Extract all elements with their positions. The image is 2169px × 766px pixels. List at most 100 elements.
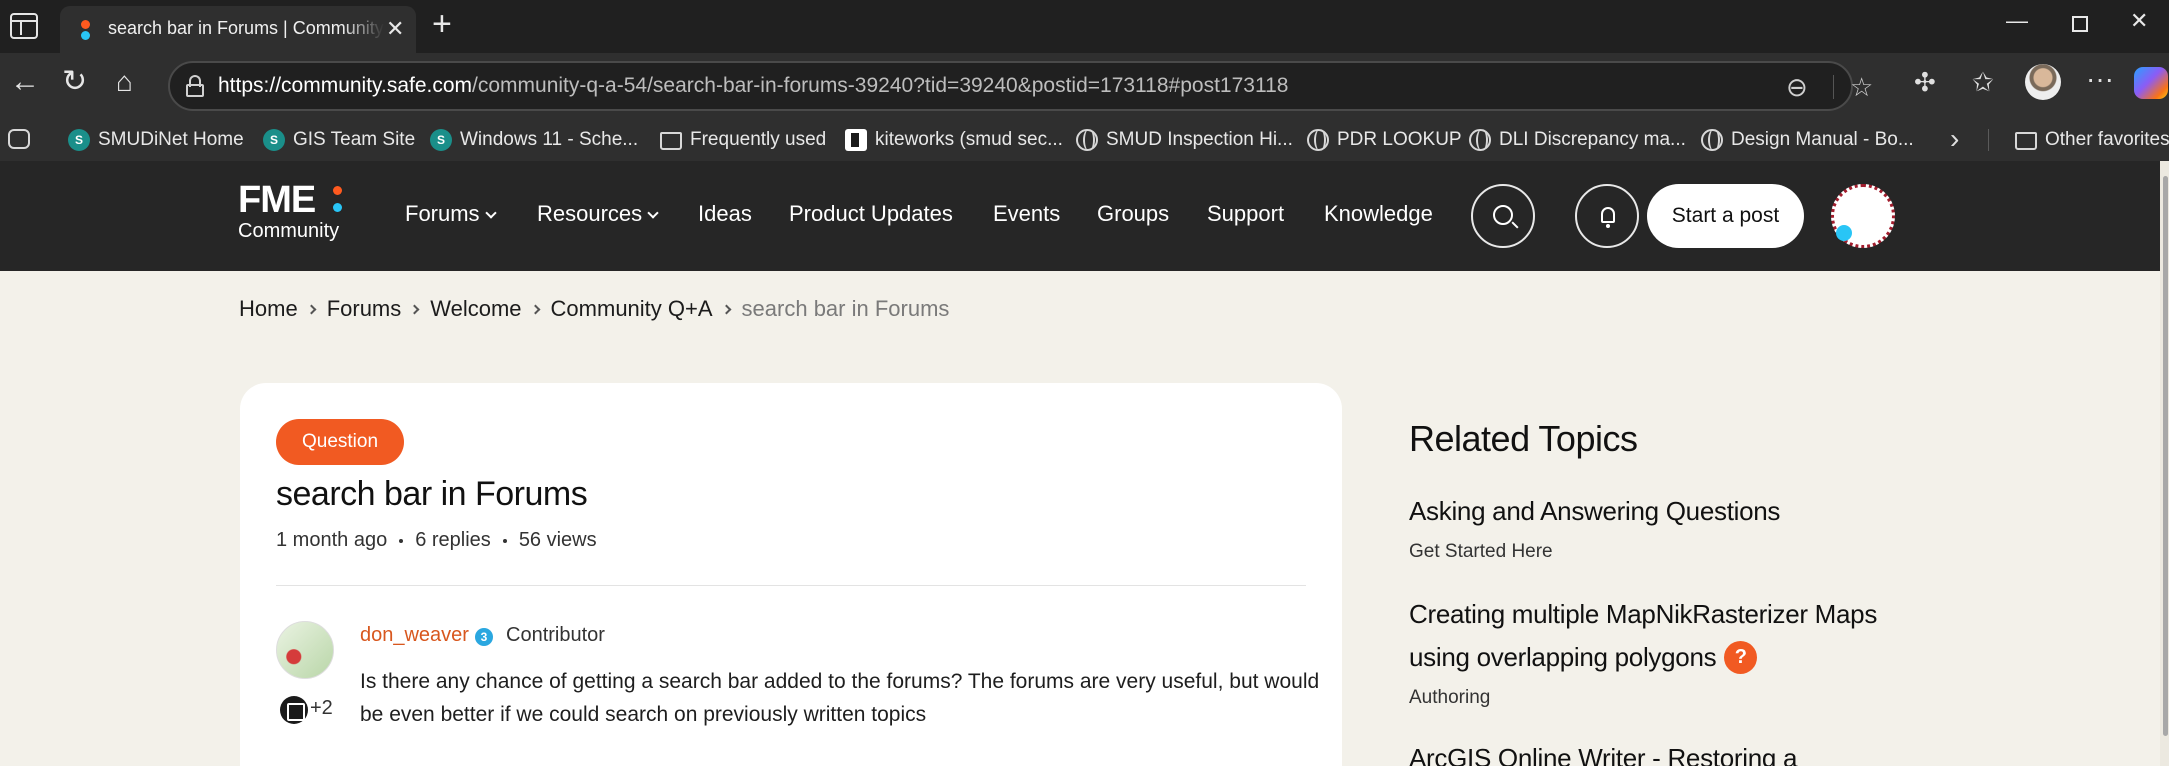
bookmark-item[interactable]: PDR LOOKUP [1307,127,1462,153]
globe-icon [1076,129,1098,151]
tab-close-icon[interactable]: ✕ [386,16,404,42]
start-post-button[interactable]: Start a post [1647,184,1804,248]
new-tab-icon[interactable]: + [432,5,452,44]
bookmark-item[interactable]: S GIS Team Site [263,127,415,153]
nav-ideas[interactable]: Ideas [698,201,752,227]
extra-badges-count[interactable]: +2 [310,697,333,720]
back-icon[interactable]: ← [10,67,40,97]
chevron-down-icon [647,207,659,219]
favorite-star-icon[interactable]: ☆ [1850,72,1873,103]
related-topics-title: Related Topics [1409,418,1638,459]
breadcrumb-home[interactable]: Home [239,296,298,322]
chevron-right-icon [306,304,317,314]
question-icon: ? [1724,641,1758,674]
breadcrumb: Home Forums Welcome Community Q+A search… [239,296,949,322]
related-topic-link[interactable]: ArcGIS Online Writer - Restoring a [1409,737,1929,766]
sharepoint-icon: S [263,129,285,151]
more-options-icon[interactable]: ··· [2086,63,2114,95]
sharepoint-icon: S [430,129,452,151]
bookmarks-divider [1988,129,1989,151]
chevron-right-icon [721,304,731,314]
nav-resources[interactable]: Resources [537,201,659,227]
breadcrumb-current: search bar in Forums [741,296,950,321]
address-bar[interactable]: https://community.safe.com/community-q-a… [168,61,1873,111]
post-body: Is there any chance of getting a search … [360,670,1320,726]
profile-avatar[interactable] [2025,64,2061,100]
post-title: search bar in Forums [276,475,588,513]
globe-icon [1701,129,1723,151]
related-topic-link[interactable]: Asking and Answering Questions [1409,490,1929,533]
chevron-right-icon [409,304,420,314]
omnibox-divider [1833,75,1834,99]
author-name-link[interactable]: don_weaver [360,624,469,647]
bookmarks-bar: S SMUDiNet Home S GIS Team Site S Windows 1… [0,119,2169,161]
window-close-icon[interactable]: ✕ [2130,8,2148,34]
related-topic-category[interactable]: Authoring [1409,687,1929,709]
bookmark-item[interactable]: S Windows 11 - Sche... [430,127,638,153]
sharepoint-icon: S [68,129,90,151]
bookmark-item[interactable]: S SMUDiNet Home [68,127,244,153]
nav-forums[interactable]: Forums [405,201,497,227]
browser-tab-strip: search bar in Forums | Community ✕ + — ✕ [0,0,2169,53]
bell-icon [1601,207,1615,228]
bookmark-item[interactable]: DLI Discrepancy ma... [1469,127,1686,153]
nav-groups[interactable]: Groups [1097,201,1169,227]
bookmark-item[interactable]: kiteworks (smud sec... [845,127,1063,153]
author-role: Contributor [506,624,605,646]
bookmark-item[interactable]: SMUD Inspection Hi... [1076,127,1293,153]
browser-tab[interactable]: search bar in Forums | Community ✕ [60,6,416,53]
kiteworks-icon [845,129,867,151]
reading-view-icon[interactable]: ⊖ [1786,72,1808,103]
tab-title: search bar in Forums | Community [108,18,384,38]
meta-separator [399,538,404,543]
scrollbar-thumb[interactable] [2163,176,2168,736]
reading-list-icon[interactable] [8,129,30,149]
home-icon[interactable]: ⌂ [116,67,133,97]
breadcrumb-forums[interactable]: Forums [327,296,402,322]
favorites-icon[interactable]: ✩ [1972,67,1994,98]
search-button[interactable] [1471,184,1535,248]
chevron-down-icon [484,207,497,219]
post-divider [276,585,1306,586]
nav-product-updates[interactable]: Product Updates [789,201,953,227]
post-views: 56 views [518,529,597,551]
breadcrumb-community-qa[interactable]: Community Q+A [551,296,713,322]
tab-actions-icon[interactable] [10,13,38,39]
post-meta: 1 month ago 6 replies 56 views [276,529,597,552]
related-topic-category[interactable]: Get Started Here [1409,541,1929,563]
refresh-icon[interactable]: ↻ [62,67,87,97]
bookmark-item[interactable]: Frequently used [660,127,826,153]
author-avatar[interactable] [276,621,334,679]
other-favorites[interactable]: Other favorites [2015,127,2169,153]
url-text[interactable]: https://community.safe.com/community-q-a… [218,74,1288,98]
browser-toolbar: ← ↻ ⌂ https://community.safe.com/communi… [0,53,2169,119]
meta-separator [502,538,507,543]
post-card: Question search bar in Forums 1 month ag… [240,383,1342,766]
lock-icon[interactable] [186,75,204,97]
fme-favicon-icon [78,20,90,40]
copilot-icon[interactable] [2134,67,2168,99]
user-avatar[interactable] [1831,184,1895,248]
extensions-icon[interactable]: ✣ [1914,67,1936,98]
nav-events[interactable]: Events [993,201,1060,227]
notifications-button[interactable] [1575,184,1639,248]
folder-icon [2015,132,2037,150]
related-topic-link[interactable]: Creating multiple MapNikRasterizer Maps … [1409,593,1929,679]
bookmark-item[interactable]: Design Manual - Bo... [1701,127,1914,153]
breadcrumb-welcome[interactable]: Welcome [430,296,521,322]
logo-dot-orange [333,186,342,195]
nav-knowledge[interactable]: Knowledge [1324,201,1433,227]
related-topic-item: Asking and Answering Questions Get Start… [1409,490,1929,563]
globe-icon [1307,129,1329,151]
nav-support[interactable]: Support [1207,201,1284,227]
post-replies: 6 replies [415,529,491,551]
fme-community-logo[interactable]: FME Community [238,181,342,241]
minimize-icon[interactable]: — [2006,8,2028,34]
globe-icon [1469,129,1491,151]
maximize-icon[interactable] [2072,16,2088,32]
avatar-status-dot [1836,225,1852,241]
rank-badge-icon[interactable] [280,696,308,724]
site-header: FME Community Forums Resources Ideas Pro… [0,161,2169,271]
chevron-right-icon[interactable]: › [1950,123,1959,155]
logo-dot-blue [333,203,342,212]
